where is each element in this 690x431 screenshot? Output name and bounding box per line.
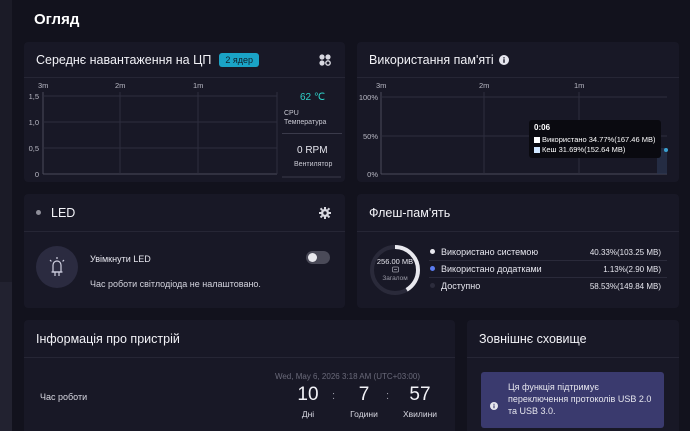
uptime-minutes-unit: Хвилини: [402, 409, 438, 419]
x-tick-label: 2m: [479, 81, 489, 90]
usb-notice: Ця функція підтримує переключення проток…: [481, 372, 664, 428]
x-tick-label: 1m: [574, 81, 584, 90]
info-icon[interactable]: [498, 54, 509, 65]
uptime-hours-value: 7: [358, 384, 370, 405]
device-info-card: Інформація про пристрій Wed, May 6, 2026…: [24, 320, 455, 431]
gear-icon[interactable]: [317, 205, 333, 221]
list-item: Доступно 58.53%(149.84 MB): [429, 278, 667, 295]
flash-total-label: Загалом: [382, 275, 408, 282]
device-datetime: Wed, May 6, 2026 3:18 AM (UTC+03:00): [274, 372, 420, 381]
flash-row-label: Доступно: [441, 281, 481, 291]
legend-dot: [430, 249, 435, 254]
flash-memory-card: Флеш-пам'ять 256.00 MB Загалом Використа…: [357, 194, 679, 308]
list-item: Використано додатками 1.13%(2.90 MB): [429, 261, 667, 278]
cpu-card-title: Середнє навантаження на ЦП: [36, 52, 212, 67]
memory-card-title: Використання пам'яті: [369, 52, 494, 67]
storage-icon: [369, 266, 421, 273]
led-toggle[interactable]: [306, 251, 330, 264]
legend-dot: [430, 283, 435, 288]
y-tick-label: 100%: [359, 93, 379, 102]
sidebar-edge: [0, 0, 12, 431]
page-title: Огляд: [34, 11, 80, 28]
x-tick-label: 3m: [376, 81, 386, 90]
x-tick-label: 1m: [193, 81, 203, 90]
uptime-label: Час роботи: [40, 392, 88, 402]
flash-row-value: 40.33%(103.25 MB): [589, 248, 661, 257]
memory-usage-card: Використання пам'яті 3m 2m 1m 100% 50% 0…: [357, 42, 679, 182]
flash-row-label: Використано системою: [441, 247, 539, 257]
flash-total-value: 256.00 MB: [376, 257, 414, 266]
y-tick-label: 0,5: [29, 144, 39, 153]
fan-speed-label: Вентилятор: [294, 161, 333, 168]
uptime-hours-unit: Години: [350, 409, 378, 419]
y-tick-label: 1,5: [29, 92, 39, 101]
info-icon: [490, 397, 498, 415]
fan-speed-value: 0 RPM: [297, 145, 328, 156]
flash-card-title: Флеш-пам'ять: [369, 205, 451, 220]
flash-row-label: Використано додатками: [441, 264, 542, 274]
uptime-separator: :: [386, 390, 390, 402]
usb-notice-text: Ця функція підтримує переключення проток…: [508, 382, 652, 416]
list-item: Використано системою 40.33%(103.25 MB): [429, 244, 667, 261]
legend-swatch-used: [534, 137, 540, 143]
y-tick-label: 0: [35, 170, 39, 179]
fan-settings-icon[interactable]: [317, 52, 333, 68]
tooltip-used: Використано 34.77%(167.46 MB): [542, 135, 656, 144]
legend-dot: [430, 266, 435, 271]
chart-tooltip: 0:06 Використано 34.77%(167.46 MB) Кеш 3…: [529, 120, 661, 158]
y-tick-label: 0%: [367, 170, 378, 179]
x-tick-label: 2m: [115, 81, 125, 90]
cpu-temperature-value: 62 ℃: [300, 92, 326, 103]
flash-usage-list: Використано системою 40.33%(103.25 MB) В…: [429, 244, 667, 295]
y-tick-label: 1,0: [29, 118, 39, 127]
flash-row-value: 58.53%(149.84 MB): [589, 282, 661, 291]
uptime-minutes-value: 57: [409, 384, 431, 405]
cpu-load-card: Середнє навантаження на ЦП 2 ядер 3m 2m …: [24, 42, 345, 182]
external-storage-card: Зовнішнє сховище Ця функція підтримує пе…: [467, 320, 679, 431]
cores-badge: 2 ядер: [219, 52, 259, 67]
led-card: LED Увімкнути LED Час роботи світлодіода…: [24, 194, 345, 308]
uptime-days-unit: Дні: [301, 409, 315, 419]
uptime-separator: :: [332, 390, 336, 402]
flash-row-value: 1.13%(2.90 MB): [603, 265, 661, 274]
uptime-days-value: 10: [297, 384, 319, 405]
cpu-temperature-label: CPU Температура: [284, 110, 327, 126]
led-toggle-label: Увімкнути LED: [90, 254, 151, 264]
legend-swatch-cache: [534, 147, 540, 153]
led-bulb-icon: [36, 246, 78, 288]
led-card-title: LED: [51, 205, 76, 220]
led-status-dot: [36, 210, 41, 215]
external-card-title: Зовнішнє сховище: [479, 331, 587, 346]
led-note: Час роботи світлодіода не налаштовано.: [90, 279, 261, 289]
tooltip-time: 0:06: [534, 123, 551, 132]
y-tick-label: 50%: [363, 132, 378, 141]
device-card-title: Інформація про пристрій: [36, 331, 180, 346]
tooltip-cache: Кеш 31.69%(152.64 MB): [542, 145, 626, 154]
x-tick-label: 3m: [38, 81, 48, 90]
